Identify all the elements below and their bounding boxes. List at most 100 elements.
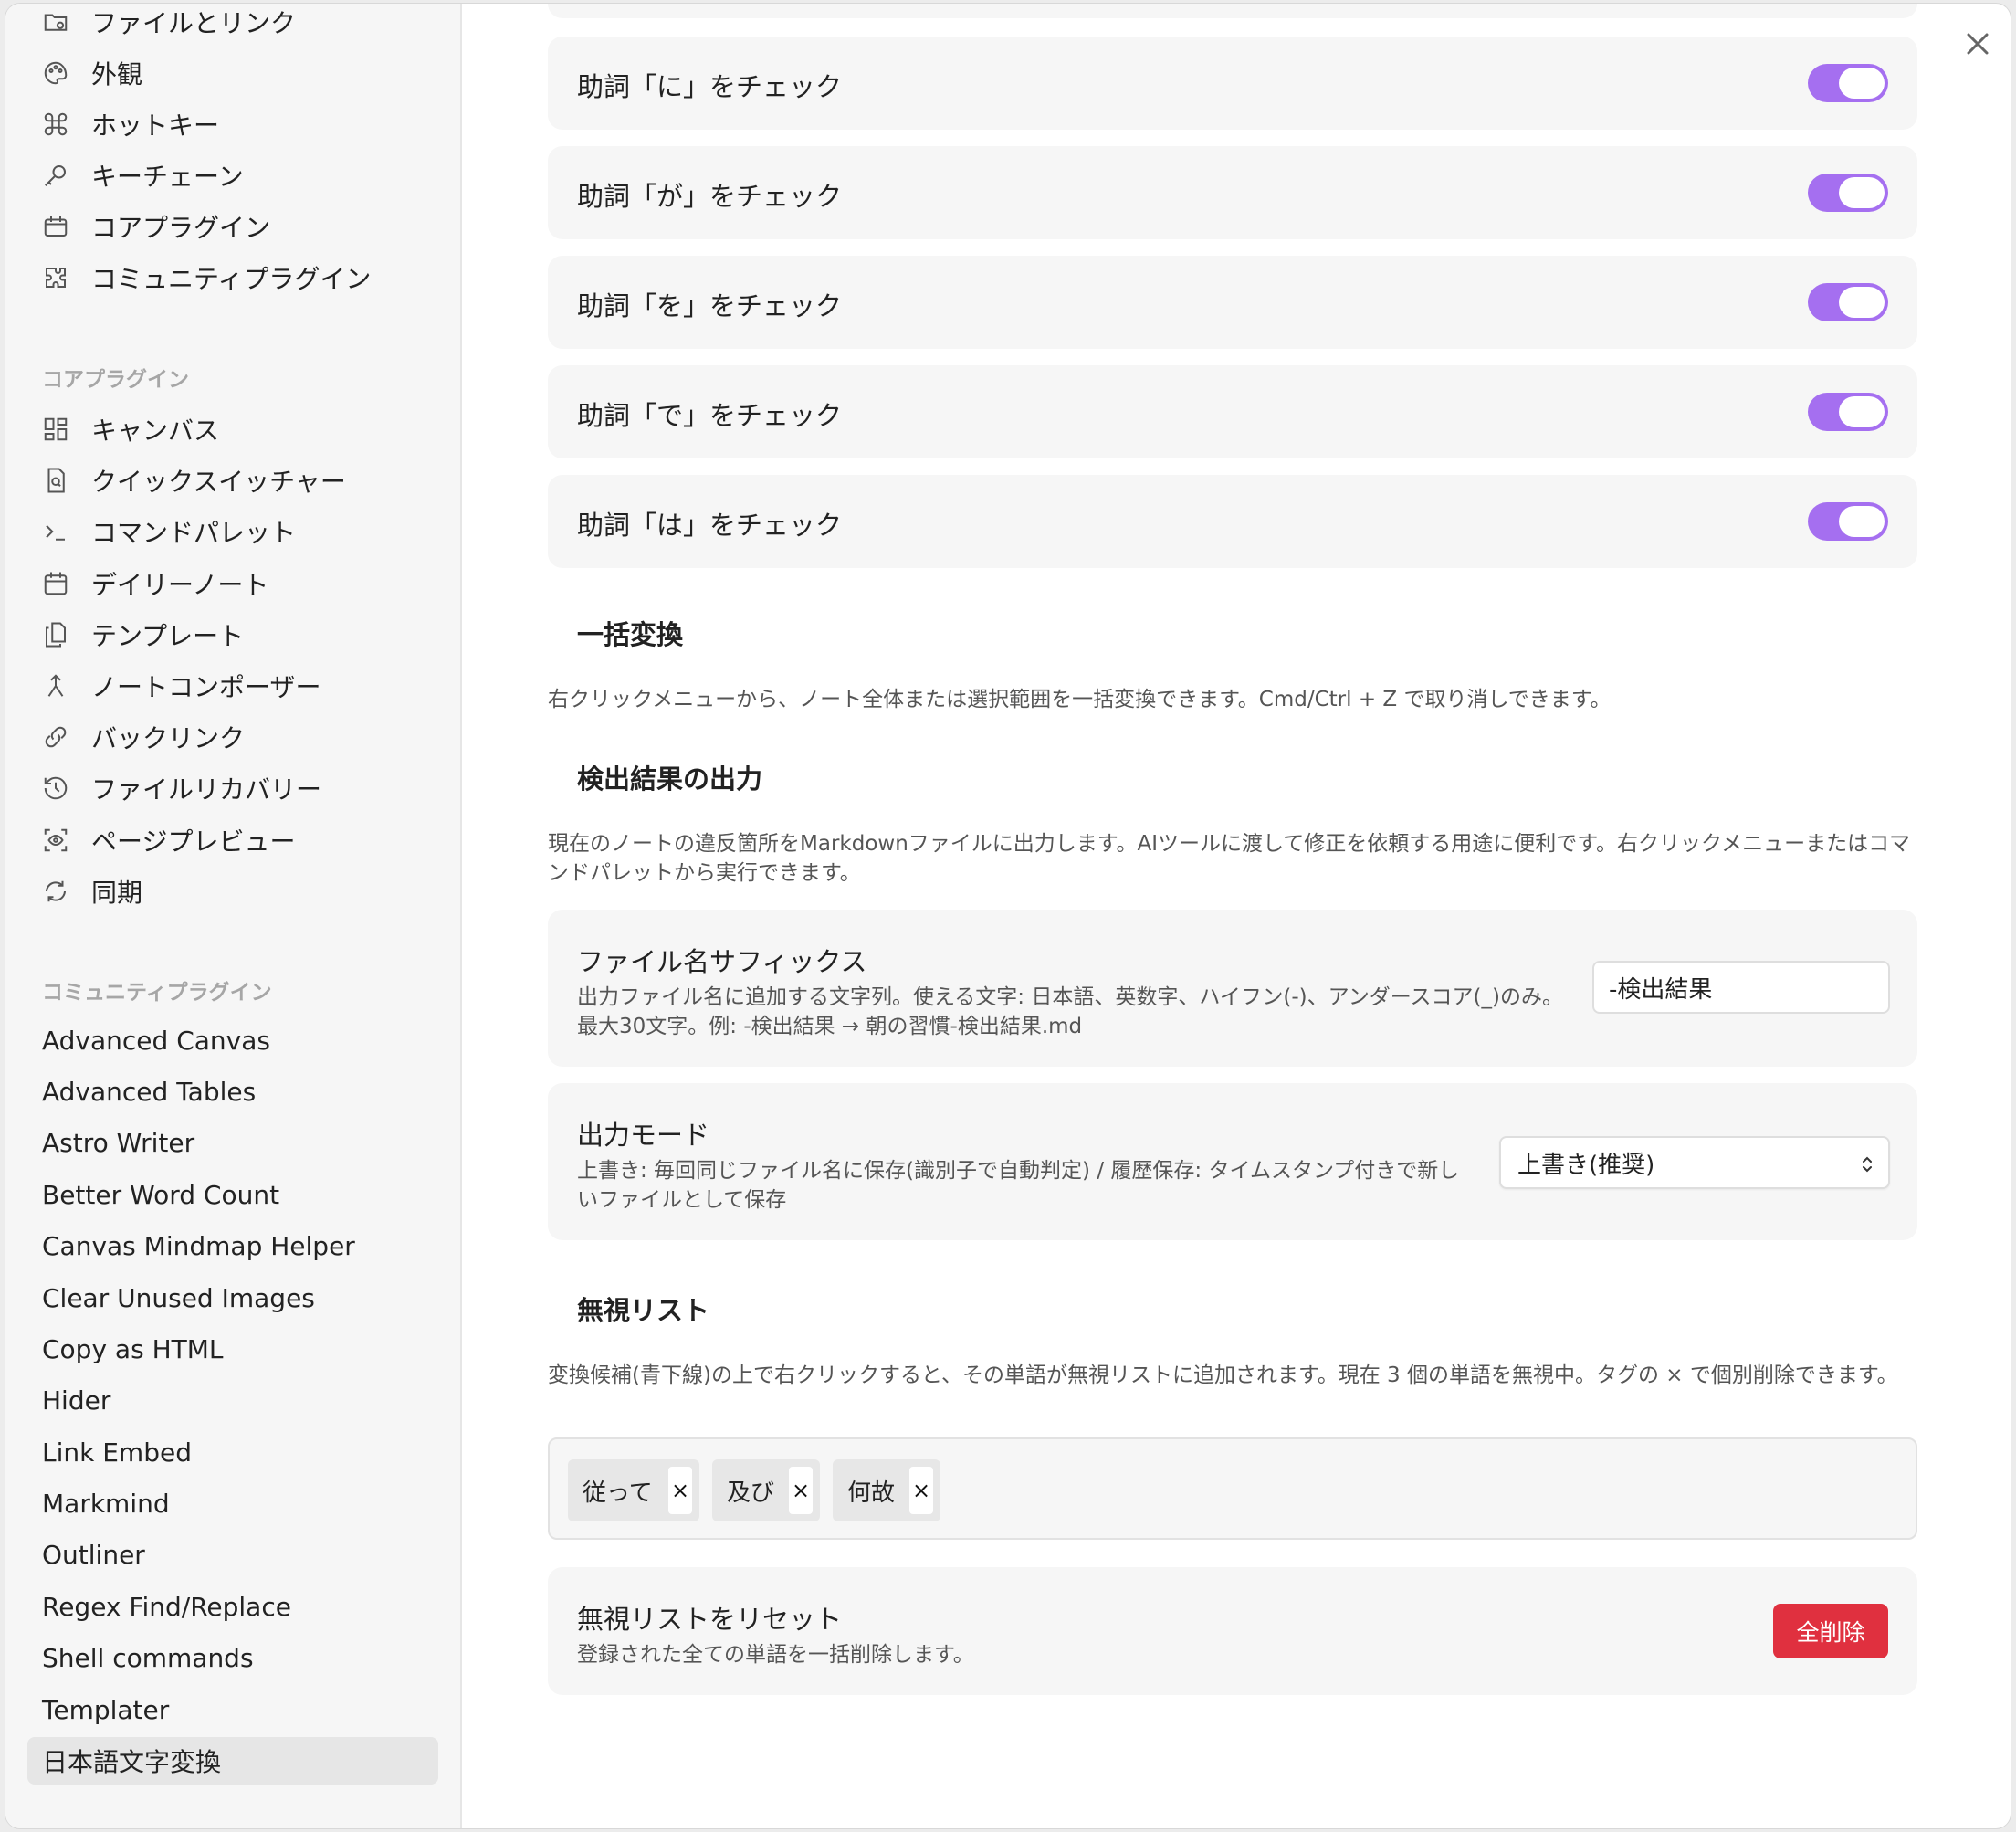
- tag-label: 従って: [583, 1479, 653, 1507]
- sidebar-item-label: コマンドパレット: [91, 518, 297, 548]
- output-mode-select[interactable]: 上書き(推奨): [1499, 1136, 1890, 1189]
- settings-sidebar: ファイルとリンク 外観 ホットキー キーチェーン コアプラグイン コミュニティプ…: [5, 4, 462, 1828]
- sidebar-plugin-templater[interactable]: Templater: [42, 1684, 169, 1735]
- setting-title: 無視リストをリセット: [577, 1604, 843, 1635]
- sidebar-item-label: 外観: [91, 59, 143, 89]
- setting-desc: 登録された全ての単語を一括削除します。: [577, 1643, 974, 1667]
- sidebar-plugin-better-word-count[interactable]: Better Word Count: [42, 1169, 279, 1220]
- sidebar-item-quick-switcher[interactable]: クイックスイッチャー: [42, 455, 438, 506]
- sidebar-item-label: ページプレビュー: [91, 827, 296, 857]
- sidebar-plugin-astro-writer[interactable]: Astro Writer: [42, 1117, 194, 1168]
- sidebar-plugin-markmind[interactable]: Markmind: [42, 1478, 170, 1529]
- sidebar-item-label: コミュニティプラグイン: [91, 264, 372, 294]
- sidebar-item-label: デイリーノート: [91, 570, 269, 600]
- sidebar-item-core-plugins[interactable]: コアプラグイン: [42, 201, 438, 252]
- sidebar-plugin-hider[interactable]: Hider: [42, 1374, 110, 1426]
- toggle-switch-ga[interactable]: [1808, 174, 1888, 212]
- calendar-icon: [42, 570, 69, 597]
- calendar-box-icon: [42, 213, 69, 240]
- sidebar-item-keychain[interactable]: キーチェーン: [42, 150, 438, 201]
- sidebar-item-label: バックリンク: [91, 723, 246, 753]
- toggle-switch-wo[interactable]: [1808, 283, 1888, 321]
- sidebar-item-label: コアプラグイン: [91, 213, 271, 243]
- settings-window: ファイルとリンク 外観 ホットキー キーチェーン コアプラグイン コミュニティプ…: [5, 4, 2011, 1828]
- setting-title: 助詞「を」をチェック: [577, 290, 843, 321]
- sidebar-item-file-recovery[interactable]: ファイルリカバリー: [42, 763, 438, 814]
- sidebar-item-canvas[interactable]: キャンバス: [42, 404, 438, 455]
- partial-card: [548, 4, 1917, 18]
- sidebar-plugin-copy-as-html[interactable]: Copy as HTML: [42, 1323, 224, 1374]
- ignore-tag: 何故 ×: [833, 1459, 940, 1521]
- sidebar-plugin-advanced-tables[interactable]: Advanced Tables: [42, 1066, 256, 1117]
- setting-filename-suffix: ファイル名サフィックス 出力ファイル名に追加する文字列。使える文字: 日本語、英…: [548, 910, 1917, 1067]
- settings-content: 助詞「に」をチェック 助詞「が」をチェック 助詞「を」をチェック 助詞「で」をチ…: [460, 4, 2011, 1828]
- tag-label: 及び: [727, 1479, 775, 1507]
- sidebar-plugin-link-embed[interactable]: Link Embed: [42, 1427, 192, 1478]
- file-search-icon: [42, 467, 69, 494]
- sidebar-plugin-japanese-converter[interactable]: 日本語文字変換: [42, 1735, 221, 1786]
- sidebar-item-sync[interactable]: 同期: [42, 866, 438, 917]
- setting-title: 助詞「に」をチェック: [577, 71, 843, 102]
- sidebar-item-label: キーチェーン: [91, 162, 244, 192]
- section-heading-output: 検出結果の出力: [577, 763, 763, 795]
- sidebar-item-files-links[interactable]: ファイルとリンク: [42, 4, 438, 47]
- sidebar-item-templates[interactable]: テンプレート: [42, 609, 438, 660]
- setting-title: 助詞「で」をチェック: [577, 400, 843, 431]
- setting-toggle-wa: 助詞「は」をチェック: [548, 475, 1917, 568]
- sidebar-item-appearance[interactable]: 外観: [42, 47, 438, 99]
- suffix-input[interactable]: -検出結果: [1592, 961, 1890, 1014]
- sync-icon: [42, 878, 69, 905]
- setting-title: 助詞「が」をチェック: [577, 181, 843, 212]
- setting-reset-ignore: 無視リストをリセット 登録された全ての単語を一括削除します。 全削除: [548, 1567, 1917, 1695]
- ignore-tag: 従って ×: [568, 1459, 699, 1521]
- setting-toggle-ni: 助詞「に」をチェック: [548, 37, 1917, 130]
- delete-all-button[interactable]: 全削除: [1773, 1604, 1888, 1658]
- toggle-switch-wa[interactable]: [1808, 502, 1888, 541]
- tag-remove-button[interactable]: ×: [909, 1467, 933, 1514]
- sidebar-item-label: ノートコンポーザー: [91, 672, 321, 702]
- link-search-icon: [42, 723, 69, 751]
- sidebar-plugin-regex-find-replace[interactable]: Regex Find/Replace: [42, 1581, 291, 1632]
- sidebar-plugin-canvas-mindmap-helper[interactable]: Canvas Mindmap Helper: [42, 1220, 355, 1271]
- section-desc-ignore: 変換候補(青下線)の上で右クリックすると、その単語が無視リストに追加されます。現…: [548, 1363, 1898, 1387]
- sidebar-item-community-plugins[interactable]: コミュニティプラグイン: [42, 252, 438, 303]
- sidebar-plugin-shell-commands[interactable]: Shell commands: [42, 1632, 254, 1683]
- setting-title: 助詞「は」をチェック: [577, 510, 843, 541]
- setting-toggle-ga: 助詞「が」をチェック: [548, 146, 1917, 239]
- eye-scan-icon: [42, 827, 69, 854]
- sidebar-item-label: キャンバス: [91, 416, 220, 446]
- command-icon: [42, 111, 69, 138]
- sidebar-item-backlinks[interactable]: バックリンク: [42, 711, 438, 763]
- files-icon: [42, 621, 69, 648]
- chevron-up-down-icon: [1863, 1156, 1872, 1173]
- setting-desc: 出力ファイル名に追加する文字列。使える文字: 日本語、英数字、ハイフン(-)、ア…: [577, 985, 1563, 1038]
- key-icon: [42, 162, 69, 189]
- section-heading-bulk: 一括変換: [577, 619, 684, 650]
- sidebar-item-note-composer[interactable]: ノートコンポーザー: [42, 660, 438, 711]
- sidebar-item-hotkeys[interactable]: ホットキー: [42, 99, 438, 150]
- sidebar-item-label: 同期: [91, 878, 143, 908]
- canvas-grid-icon: [42, 416, 69, 443]
- sidebar-plugin-clear-unused-images[interactable]: Clear Unused Images: [42, 1272, 315, 1323]
- setting-title: 出力モード: [577, 1120, 710, 1151]
- sidebar-item-daily-notes[interactable]: デイリーノート: [42, 558, 438, 609]
- setting-output-mode: 出力モード 上書き: 毎回同じファイル名に保存(識別子で自動判定) / 履歴保存…: [548, 1083, 1917, 1240]
- toggle-switch-ni[interactable]: [1808, 64, 1888, 102]
- sidebar-plugin-advanced-canvas[interactable]: Advanced Canvas: [42, 1015, 270, 1066]
- toggle-switch-de[interactable]: [1808, 393, 1888, 431]
- terminal-icon: [42, 518, 69, 545]
- sidebar-item-command-palette[interactable]: コマンドパレット: [42, 506, 438, 557]
- sidebar-section-community: コミュニティプラグイン: [42, 981, 272, 1005]
- merge-icon: [42, 672, 69, 700]
- tag-remove-button[interactable]: ×: [789, 1467, 813, 1514]
- tag-label: 何故: [847, 1479, 896, 1507]
- ignore-tag: 及び ×: [712, 1459, 820, 1521]
- sidebar-plugin-outliner[interactable]: Outliner: [42, 1529, 145, 1580]
- sidebar-item-label: テンプレート: [91, 621, 245, 651]
- tag-remove-button[interactable]: ×: [668, 1467, 692, 1514]
- section-desc-output: 現在のノートの違反箇所をMarkdownファイルに出力します。AIツールに渡して…: [548, 832, 1911, 885]
- section-heading-ignore: 無視リスト: [577, 1295, 710, 1326]
- folder-link-icon: [42, 8, 69, 36]
- sidebar-item-page-preview[interactable]: ページプレビュー: [42, 815, 438, 866]
- sidebar-item-label: クイックスイッチャー: [91, 467, 346, 497]
